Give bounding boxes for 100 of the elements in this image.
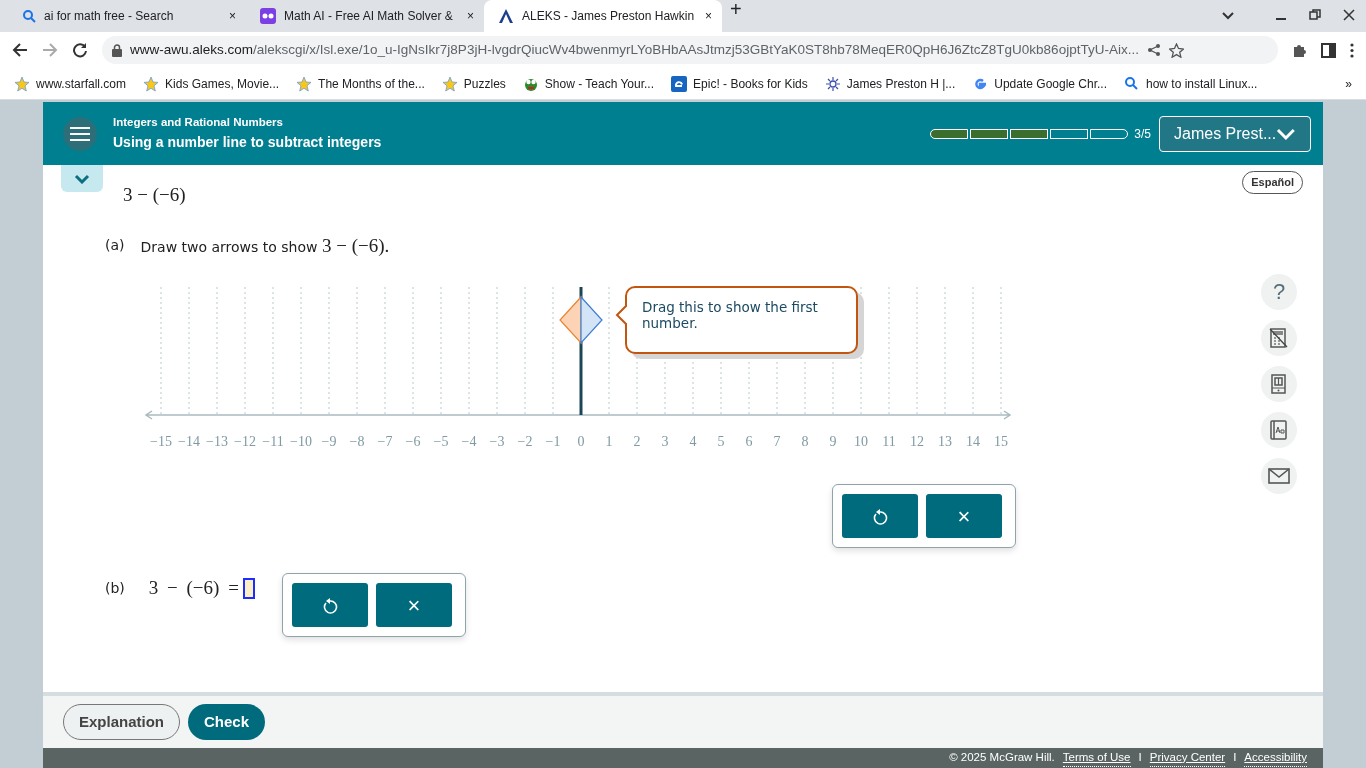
bookmark-link[interactable]: Epic! - Books for Kids — [693, 74, 808, 93]
bookmark-link[interactable]: Kids Games, Movie... — [165, 74, 280, 93]
tick-label: 3 — [661, 434, 669, 449]
tool-button[interactable] — [1261, 319, 1297, 356]
star-icon[interactable] — [14, 75, 30, 92]
part-label: (a) — [105, 236, 125, 256]
help-button[interactable]: ? — [1261, 273, 1297, 310]
browser-tab[interactable]: ai for math free - Search × — [8, 0, 246, 32]
tick-label: 9 — [829, 434, 837, 449]
tick-label: −15 — [150, 434, 172, 449]
bookmark-link[interactable]: Update Google Chr... — [994, 74, 1107, 93]
collapse-button[interactable] — [61, 165, 103, 192]
user-menu-button[interactable]: James Prest... — [1159, 115, 1311, 152]
search-icon[interactable] — [1124, 75, 1140, 92]
progress-label: 3/5 — [1134, 125, 1151, 143]
bookmark-link[interactable]: Show - Teach Your... — [544, 74, 655, 93]
tick-label: −10 — [290, 434, 312, 449]
tick-label: 5 — [717, 434, 725, 449]
back-icon[interactable] — [12, 42, 28, 58]
tick-label: −12 — [234, 434, 256, 449]
bookmark-link[interactable]: The Months of the... — [318, 74, 425, 93]
more-bookmarks-button[interactable]: » — [1345, 74, 1352, 93]
tick-label: −3 — [489, 434, 505, 449]
tick-label: 15 — [994, 434, 1008, 449]
reload-icon[interactable] — [72, 42, 88, 58]
tick-label: −13 — [206, 434, 228, 449]
star-icon[interactable] — [143, 75, 160, 92]
owl-icon — [260, 8, 276, 24]
new-tab-button[interactable]: + — [730, 0, 742, 24]
part-label: (b) — [105, 579, 125, 598]
menu-button[interactable] — [63, 116, 97, 151]
sun-icon[interactable] — [824, 75, 841, 92]
tick-label: −8 — [349, 434, 365, 449]
tick-label: −14 — [178, 434, 200, 449]
chevron-down-icon — [74, 173, 90, 184]
tool-button[interactable] — [1261, 365, 1297, 402]
footer-link[interactable]: Privacy Center — [1149, 748, 1226, 768]
browser-tab[interactable]: ALEKS - James Preston Hawkin × — [484, 0, 722, 32]
tick-label: 0 — [577, 434, 585, 449]
tool-button[interactable] — [1261, 457, 1297, 494]
clear-button[interactable]: × — [926, 494, 1002, 538]
menu-icon — [70, 125, 90, 142]
tick-label: −6 — [405, 434, 421, 449]
tick-label: −2 — [517, 434, 533, 449]
puzzle-icon[interactable] — [1292, 42, 1307, 58]
tick-label: 10 — [854, 434, 868, 449]
share-icon[interactable] — [1146, 43, 1161, 57]
more-icon[interactable] — [1350, 42, 1354, 58]
tick-label: 7 — [773, 434, 781, 449]
bookmark-link[interactable]: www.starfall.com — [36, 74, 127, 93]
tooltip-text: Drag this to show the first number. — [642, 299, 818, 331]
tick-label: −7 — [377, 434, 393, 449]
topic-title: Integers and Rational Numbers — [113, 115, 284, 131]
bookmark-link[interactable]: James Preston H |... — [846, 74, 956, 93]
tick-label: −5 — [433, 434, 449, 449]
star-icon[interactable] — [296, 75, 313, 92]
tool-button[interactable] — [1261, 411, 1297, 448]
footer-link[interactable]: Accessibility — [1244, 748, 1307, 768]
tick-label: 14 — [966, 434, 980, 449]
undo-button[interactable] — [291, 583, 368, 627]
explanation-button[interactable]: Explanation — [63, 704, 180, 740]
tick-label: −4 — [461, 434, 477, 449]
bookmark-link[interactable]: Puzzles — [463, 74, 506, 93]
math-expression: 3 − (−6) = — [148, 576, 239, 600]
chevron-down-icon[interactable] — [1222, 12, 1234, 20]
close-tab-button[interactable]: × — [467, 7, 474, 25]
lesson-title: Using a number line to subtract integers — [113, 132, 382, 152]
tick-label: 1 — [605, 434, 613, 449]
tick-label: −11 — [262, 434, 284, 449]
tick-label: −9 — [321, 434, 337, 449]
footer-link[interactable]: Terms of Use — [1062, 748, 1131, 768]
close-tab-button[interactable]: × — [229, 7, 236, 25]
language-button[interactable]: Español — [1242, 171, 1303, 194]
star-icon[interactable] — [441, 75, 458, 92]
tick-label: 11 — [882, 434, 896, 449]
math-expression: 3 − (−6) — [123, 183, 186, 207]
tick-label: −1 — [545, 434, 561, 449]
clear-button[interactable]: × — [375, 583, 452, 627]
close-tab-button[interactable]: × — [705, 7, 712, 25]
letter-a-icon — [498, 8, 514, 24]
lock-icon — [112, 43, 122, 57]
answer-field[interactable] — [242, 578, 255, 599]
drag-handle[interactable] — [559, 295, 603, 345]
tick-label: 12 — [910, 434, 924, 449]
letter-e-icon[interactable] — [671, 75, 688, 92]
browser-tab[interactable]: Math AI - Free AI Math Solver & × — [246, 0, 484, 32]
bookmark-link[interactable]: how to install Linux... — [1146, 74, 1258, 93]
copyright-text: © 2025 McGraw Hill. — [949, 750, 1055, 766]
sidebar-icon[interactable] — [1321, 42, 1336, 58]
restore-icon[interactable] — [1308, 8, 1322, 22]
chevron-down-icon — [1276, 127, 1296, 140]
star-icon[interactable] — [1168, 42, 1184, 58]
close-icon[interactable] — [1342, 8, 1356, 22]
check-button[interactable]: Check — [188, 704, 266, 740]
tick-label: 13 — [938, 434, 952, 449]
instruction-text: Draw two arrows to show 3 − (−6). — [140, 233, 390, 258]
search-icon — [22, 9, 36, 23]
undo-icon — [321, 596, 338, 614]
dictionary-icon — [1268, 418, 1290, 441]
tick-label: 2 — [633, 434, 641, 449]
